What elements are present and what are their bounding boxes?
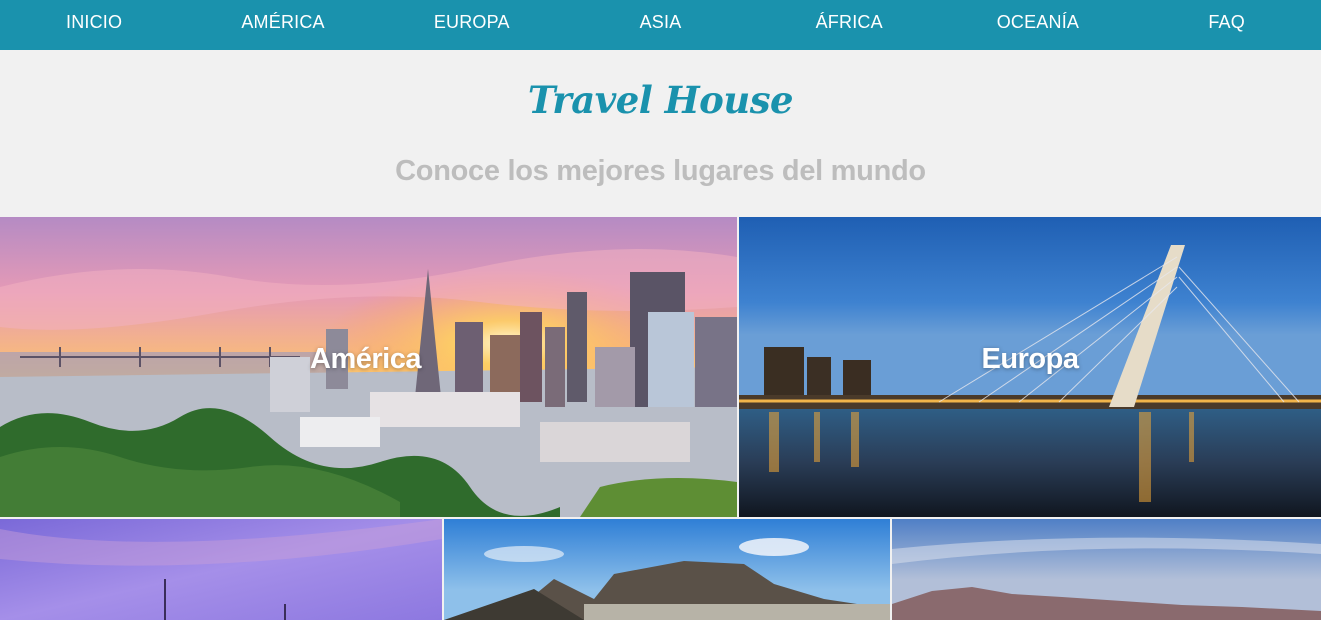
destination-label-europa: Europa — [981, 343, 1079, 375]
destination-tile-europa[interactable]: Europa — [739, 217, 1321, 517]
destination-label-america: América — [310, 343, 421, 375]
destination-tile-asia[interactable] — [0, 519, 442, 620]
oceania-mountain-image — [892, 519, 1321, 620]
nav-item-africa[interactable]: ÁFRICA — [755, 0, 944, 33]
nav-item-asia[interactable]: ASIA — [566, 0, 755, 33]
main-nav: INICIO AMÉRICA EUROPA ASIA ÁFRICA OCEANÍ… — [0, 0, 1321, 50]
nav-item-inicio[interactable]: INICIO — [0, 0, 189, 33]
nav-item-faq[interactable]: FAQ — [1132, 0, 1321, 33]
site-tagline: Conoce los mejores lugares del mundo — [395, 155, 926, 187]
destination-tile-oceania[interactable] — [892, 519, 1321, 620]
nav-item-america[interactable]: AMÉRICA — [189, 0, 378, 33]
destination-tile-america[interactable]: América — [0, 217, 737, 517]
africa-mountain-image — [444, 519, 890, 620]
nav-item-europa[interactable]: EUROPA — [377, 0, 566, 33]
destination-tile-africa[interactable] — [444, 519, 890, 620]
nav-item-oceania[interactable]: OCEANÍA — [944, 0, 1133, 33]
asia-sky-image — [0, 519, 442, 620]
site-logo-title: Travel House — [527, 78, 794, 122]
